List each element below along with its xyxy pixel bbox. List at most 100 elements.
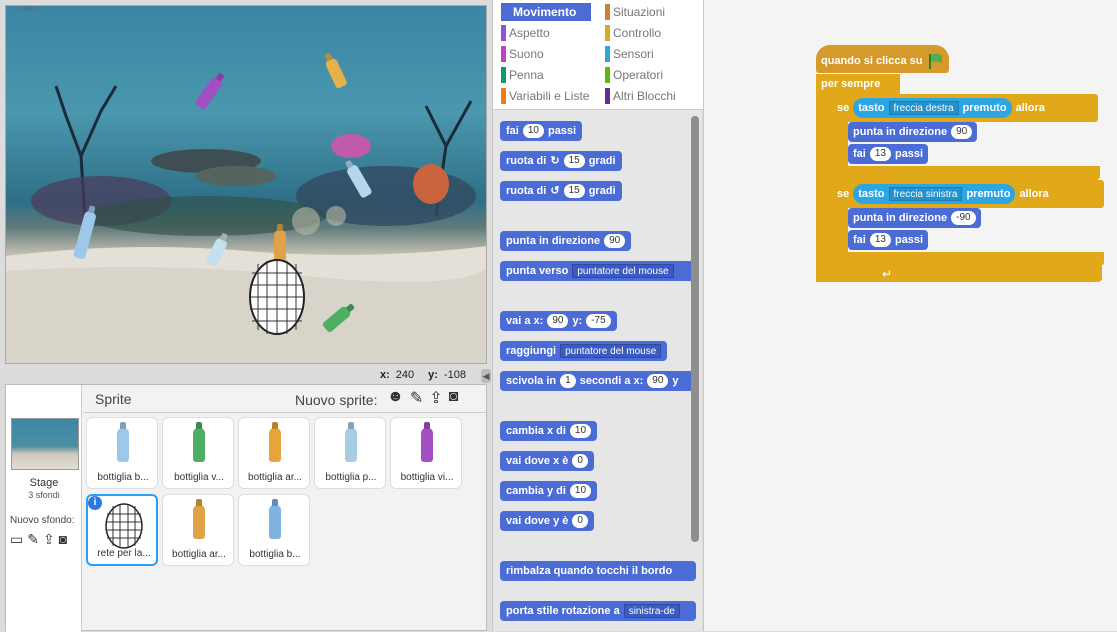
sprite-tile[interactable]: bottiglia b...	[86, 417, 158, 489]
category-4-left[interactable]: Variabili e Liste	[501, 87, 589, 105]
glide-x-input[interactable]: 90	[647, 374, 669, 388]
move-steps-input[interactable]: 10	[522, 124, 544, 138]
if1-point-direction-block[interactable]: punta in direzione 90	[848, 122, 978, 142]
category-color-swatch	[501, 88, 506, 104]
if2-steps-input[interactable]: 13	[869, 233, 891, 247]
point-towards-dropdown[interactable]: puntatore del mouse	[572, 264, 674, 278]
palette-scrollbar[interactable]	[691, 116, 699, 542]
turn-left-block[interactable]: ruota di ↺ 15 gradi	[500, 181, 622, 201]
turn-left-input[interactable]: 15	[563, 184, 585, 198]
sprite-tile[interactable]: bottiglia vi...	[390, 417, 462, 489]
if2-key-pressed[interactable]: tasto freccia sinistra premuto	[853, 184, 1016, 204]
rotation-style-block[interactable]: porta stile rotazione a sinistra-de	[500, 601, 696, 621]
if1-block[interactable]: se tasto freccia destra premuto allora	[832, 94, 1098, 122]
palette-goto-xy-prefix: vai a x:	[506, 315, 544, 327]
goto-target-block[interactable]: raggiungi puntatore del mouse	[500, 341, 668, 361]
if1-move-block[interactable]: fai 13 passi	[848, 144, 929, 164]
net-sprite[interactable]	[248, 258, 306, 336]
if1-steps-input[interactable]: 13	[869, 147, 891, 161]
sprite-tile-label: bottiglia b...	[249, 549, 301, 560]
category-1-right[interactable]: Controllo	[605, 24, 661, 42]
category-4-right[interactable]: Altri Blocchi	[605, 87, 676, 105]
scripts-area[interactable]: quando si clicca su per sempre ↵ se tast…	[703, 0, 1117, 631]
glide-secs-input[interactable]: 1	[560, 374, 576, 388]
info-icon[interactable]: i	[88, 496, 102, 510]
stage-canvas[interactable]: v461	[5, 5, 487, 364]
bottle-thumbnail	[193, 505, 205, 539]
upload-backdrop-icon[interactable]: ⇪	[43, 531, 55, 548]
rotation-style-dropdown[interactable]: sinistra-de	[623, 604, 680, 618]
palette-move-prefix: fai	[506, 125, 519, 137]
category-color-swatch	[605, 88, 610, 104]
point-towards-block[interactable]: punta verso puntatore del mouse	[500, 261, 696, 281]
upload-sprite-icon[interactable]: ⇪	[429, 388, 442, 408]
turn-right-input[interactable]: 15	[563, 154, 585, 168]
change-x-input[interactable]: 10	[569, 424, 592, 438]
category-0-right[interactable]: Situazioni	[605, 3, 665, 21]
change-y-block[interactable]: cambia y di 10	[500, 481, 598, 501]
paint-backdrop-icon[interactable]: ✎	[27, 531, 39, 548]
paint-sprite-icon[interactable]: ✎	[410, 388, 423, 408]
palette-glide-y-label: y	[672, 375, 679, 387]
sprite-tile-label: rete per la...	[97, 548, 151, 559]
stage-column: Stage 3 sfondi Nuovo sfondo: ▭ ✎ ⇪ ◙	[6, 385, 82, 632]
goto-xy-block[interactable]: vai a x: 90 y: -75	[500, 311, 617, 331]
category-3-right[interactable]: Operatori	[605, 66, 663, 84]
goto-y-input[interactable]: -75	[586, 314, 611, 328]
turn-right-block[interactable]: ruota di ↻ 15 gradi	[500, 151, 622, 171]
stage-thumbnail[interactable]	[11, 418, 79, 470]
category-2-right[interactable]: Sensori	[605, 45, 654, 63]
move-steps-block[interactable]: fai 10 passi	[500, 121, 583, 141]
change-y-input[interactable]: 10	[569, 484, 592, 498]
set-y-block[interactable]: vai dove y è0	[500, 511, 594, 531]
collapse-stage-button[interactable]: ◀	[481, 369, 491, 383]
palette-rotation-prefix: porta stile rotazione a	[506, 605, 620, 617]
sprite-tile[interactable]: bottiglia ar...	[162, 494, 234, 566]
palette-turn-left-prefix: ruota di	[506, 185, 547, 197]
category-3-left[interactable]: Penna	[501, 66, 544, 84]
glide-block[interactable]: scivola in 1 secondi a x: 90 y	[500, 371, 696, 391]
if2-direction-input[interactable]: -90	[951, 211, 976, 225]
rotate-cw-icon: ↻	[550, 155, 560, 167]
if2-key-dropdown[interactable]: freccia sinistra	[888, 187, 963, 201]
category-color-swatch	[501, 25, 506, 41]
goto-target-dropdown[interactable]: puntatore del mouse	[560, 344, 662, 358]
if1-key-dropdown[interactable]: freccia destra	[888, 101, 959, 115]
script-if1-dir-prefix: punta in direzione	[853, 126, 948, 138]
palette-turn-left-suffix: gradi	[588, 185, 616, 197]
sprite-library-icon[interactable]: ☻	[387, 388, 404, 408]
sprite-tile[interactable]: bottiglia b...	[238, 494, 310, 566]
if1-direction-input[interactable]: 90	[951, 125, 973, 139]
goto-x-input[interactable]: 90	[547, 314, 569, 328]
set-x-block[interactable]: vai dove x è0	[500, 451, 594, 471]
sprite-tile[interactable]: bottiglia p...	[314, 417, 386, 489]
point-direction-block[interactable]: punta in direzione 90	[500, 231, 632, 251]
y-label: y:	[428, 369, 438, 381]
set-x-input[interactable]: 0	[572, 454, 588, 468]
palette-goto-prefix: raggiungi	[506, 345, 557, 357]
category-2-left[interactable]: Suono	[501, 45, 544, 63]
set-y-input[interactable]: 0	[572, 514, 588, 528]
camera-backdrop-icon[interactable]: ◙	[59, 531, 67, 548]
camera-sprite-icon[interactable]: ◙	[449, 388, 459, 408]
bounce-block[interactable]: rimbalza quando tocchi il bordo	[500, 561, 696, 581]
change-x-block[interactable]: cambia x di 10	[500, 421, 598, 441]
category-1-left[interactable]: Aspetto	[501, 24, 550, 42]
when-flag-clicked-block[interactable]: quando si clicca su	[816, 45, 950, 73]
category-color-swatch	[605, 67, 610, 83]
sprite-tile-label: bottiglia ar...	[172, 549, 226, 560]
if2-block[interactable]: se tasto freccia sinistra premuto allora	[832, 180, 1104, 208]
forever-block[interactable]: per sempre	[816, 74, 900, 94]
if1-key-pressed[interactable]: tasto freccia destra premuto	[853, 98, 1012, 118]
if2-point-direction-block[interactable]: punta in direzione -90	[848, 208, 981, 228]
bottle-thumbnail	[193, 428, 205, 462]
bottle-thumbnail	[269, 428, 281, 462]
if2-move-block[interactable]: fai 13 passi	[848, 230, 929, 250]
loop-arrow-icon: ↵	[882, 267, 893, 281]
category-0-left[interactable]: Movimento	[501, 3, 591, 21]
sprite-tile[interactable]: i rete per la...	[86, 494, 158, 566]
sprite-tile[interactable]: bottiglia v...	[162, 417, 234, 489]
point-direction-input[interactable]: 90	[604, 234, 626, 248]
backdrop-library-icon[interactable]: ▭	[10, 531, 23, 548]
sprite-tile[interactable]: bottiglia ar...	[238, 417, 310, 489]
